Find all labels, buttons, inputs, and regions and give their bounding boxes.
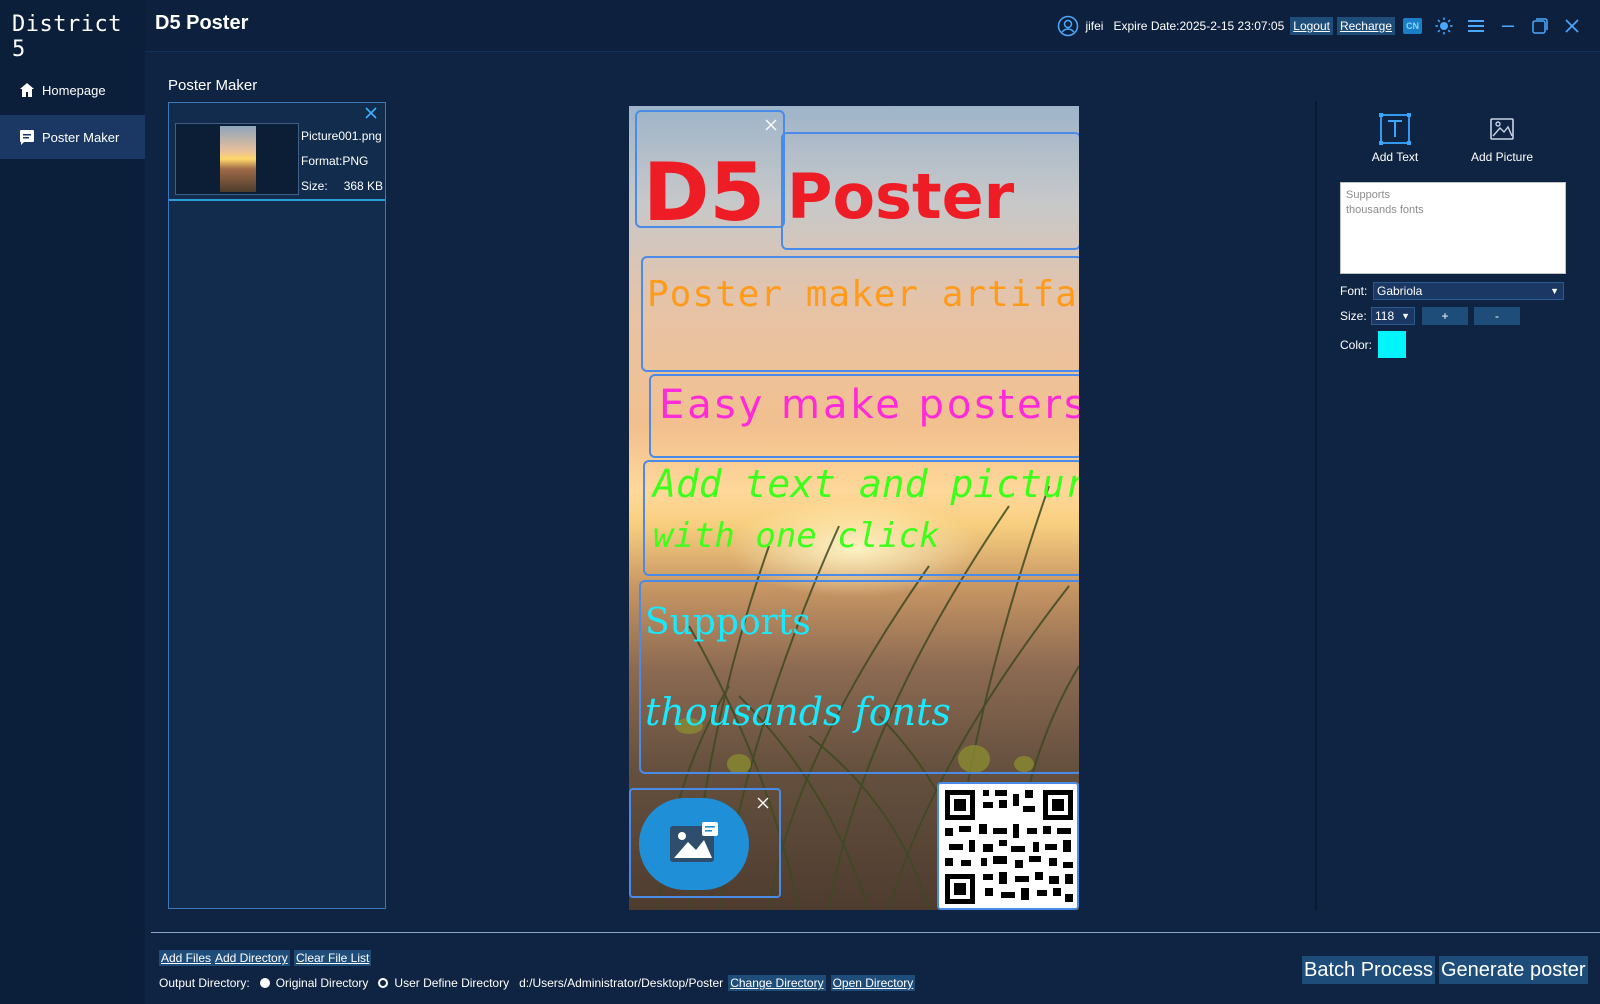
app-title: D5 Poster <box>155 12 249 34</box>
file-format: Format:PNG <box>301 154 369 168</box>
brand-logo: District 5 <box>12 12 122 62</box>
file-list-panel[interactable]: Picture001.png Format:PNG Size: 368 KB <box>168 102 386 909</box>
thumbnail-image <box>220 126 256 192</box>
open-directory-button[interactable]: Open Directory <box>830 975 916 991</box>
poster-text-maker-artifact: Poster maker artifact <box>647 274 1079 315</box>
add-text-button[interactable]: Add Text <box>1345 112 1445 164</box>
size-increase-button[interactable]: + <box>1422 307 1468 325</box>
font-label: Font: <box>1340 284 1368 298</box>
color-label: Color: <box>1340 338 1373 352</box>
user-directory-label[interactable]: User Define Directory <box>394 976 509 990</box>
file-size: Size: 368 KB <box>301 179 383 193</box>
file-size-label: Size: <box>301 179 328 193</box>
file-name: Picture001.png <box>301 129 382 143</box>
add-files-button[interactable]: Add Files <box>159 950 214 966</box>
original-directory-label[interactable]: Original Directory <box>276 976 369 990</box>
header-controls: jifei Expire Date:2025-2-15 23:07:05 Log… <box>1051 13 1582 39</box>
qr-code[interactable] <box>937 782 1079 910</box>
picture-box-close-icon[interactable] <box>757 796 769 809</box>
poster-text-add-line2: with one click <box>653 516 940 556</box>
file-size-value: 368 KB <box>343 179 384 193</box>
poster-text-supports: Supports <box>645 602 811 643</box>
change-directory-button[interactable]: Change Directory <box>728 975 826 991</box>
sidebar-item-homepage[interactable]: Homepage <box>0 68 145 112</box>
add-text-icon <box>1378 112 1412 146</box>
add-text-label: Add Text <box>1371 150 1419 164</box>
output-path: d:/Users/Administrator/Desktop/Poster <box>519 976 724 990</box>
size-select-value: 118 <box>1375 309 1395 323</box>
poster-text-d5: D5 <box>643 146 766 239</box>
file-list-item[interactable]: Picture001.png Format:PNG Size: 368 KB <box>169 103 385 201</box>
poster-text-poster: Poster <box>787 160 1015 233</box>
username: jifei <box>1085 19 1104 33</box>
minimize-icon[interactable] <box>1498 16 1518 36</box>
clear-file-list-button[interactable]: Clear File List <box>294 950 372 966</box>
output-directory-row: Output Directory: Original Directory Use… <box>159 975 916 991</box>
color-swatch[interactable] <box>1378 331 1406 358</box>
language-badge[interactable]: CN <box>1403 18 1422 34</box>
menu-icon[interactable] <box>1466 16 1486 36</box>
add-picture-icon <box>1485 112 1519 146</box>
poster-text-add-line1: Add text and pictures <box>653 462 1079 506</box>
text-box-close-icon[interactable] <box>765 118 777 131</box>
page-title: Poster Maker <box>168 77 258 94</box>
chevron-down-icon: ▼ <box>1550 286 1559 296</box>
header: D5 Poster jifei Expire Date:2025-2-15 23… <box>145 0 1600 52</box>
add-picture-label: Add Picture <box>1470 150 1534 164</box>
panel-divider <box>1315 101 1317 911</box>
add-picture-button[interactable]: Add Picture <box>1452 112 1552 164</box>
poster-text-thousands-fonts: thousands fonts <box>645 690 951 734</box>
chevron-down-icon: ▼ <box>1401 311 1410 321</box>
recharge-button[interactable]: Recharge <box>1336 17 1395 35</box>
poster-icon <box>18 128 36 146</box>
text-content-input[interactable]: Supports thousands fonts <box>1340 182 1566 274</box>
user-icon[interactable] <box>1057 15 1079 37</box>
sidebar-item-poster-maker[interactable]: Poster Maker <box>0 115 145 159</box>
sidebar: District 5 Homepage Poster Maker <box>0 0 145 1004</box>
picture-box[interactable] <box>629 788 781 898</box>
poster-text-easy-make: Easy make posters <box>659 382 1079 428</box>
size-label: Size: <box>1340 309 1367 323</box>
home-icon <box>18 81 36 99</box>
output-directory-label: Output Directory: <box>159 976 250 990</box>
add-directory-button[interactable]: Add Directory <box>213 950 290 966</box>
picture-placeholder-icon <box>639 798 749 890</box>
theme-sun-icon[interactable] <box>1434 16 1454 36</box>
poster-canvas[interactable]: D5 Poster Poster maker artifact Easy mak… <box>629 106 1079 910</box>
close-icon[interactable] <box>1562 16 1582 36</box>
file-thumbnail <box>175 123 299 195</box>
font-select-value: Gabriola <box>1377 284 1423 298</box>
size-select[interactable]: 118 ▼ <box>1371 307 1415 325</box>
expire-date: Expire Date:2025-2-15 23:07:05 <box>1113 19 1285 33</box>
restore-icon[interactable] <box>1530 16 1550 36</box>
bottom-divider <box>151 932 1600 933</box>
sidebar-item-label: Poster Maker <box>42 129 120 145</box>
font-select[interactable]: Gabriola ▼ <box>1373 282 1564 300</box>
user-directory-radio[interactable] <box>378 978 389 988</box>
generate-poster-button[interactable]: Generate poster <box>1439 956 1588 984</box>
sidebar-item-label: Homepage <box>42 82 106 98</box>
batch-process-button[interactable]: Batch Process <box>1302 956 1435 984</box>
size-decrease-button[interactable]: - <box>1474 307 1520 325</box>
logout-button[interactable]: Logout <box>1290 17 1333 35</box>
original-directory-radio[interactable] <box>259 978 270 988</box>
remove-file-close-icon[interactable] <box>363 105 379 121</box>
